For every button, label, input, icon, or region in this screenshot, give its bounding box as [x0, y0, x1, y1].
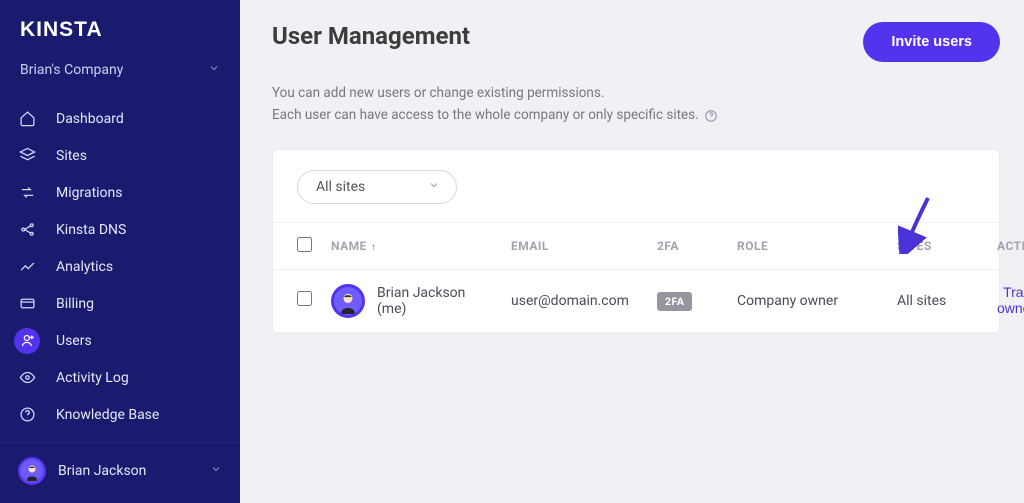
- sidebar-item-activity-log[interactable]: Activity Log: [0, 359, 240, 396]
- sidebar-item-label: Activity Log: [56, 370, 129, 386]
- row-checkbox[interactable]: [297, 291, 312, 306]
- sidebar-item-label: Analytics: [56, 259, 113, 275]
- chevron-down-icon: [208, 62, 220, 78]
- user-name: Brian Jackson (me): [377, 285, 491, 317]
- user-email: user@domain.com: [501, 269, 647, 332]
- sidebar: KINSTA Brian's Company Dashboard Sites M…: [0, 0, 240, 503]
- brand-logo: KINSTA: [0, 14, 240, 56]
- analytics-icon: [14, 254, 40, 280]
- migrate-icon: [14, 180, 40, 206]
- column-header-name[interactable]: NAME↑: [321, 222, 501, 269]
- company-selector[interactable]: Brian's Company: [0, 56, 240, 100]
- chevron-down-icon: [428, 179, 440, 195]
- company-name: Brian's Company: [20, 62, 123, 78]
- table-header-row: NAME↑ EMAIL 2FA ROLE SITES ACTIONS: [273, 222, 999, 269]
- sidebar-item-knowledge-base[interactable]: Knowledge Base: [0, 396, 240, 433]
- sidebar-item-label: Knowledge Base: [56, 407, 159, 423]
- sidebar-item-label: Billing: [56, 296, 94, 312]
- page-title: User Management: [272, 22, 470, 50]
- info-icon[interactable]: [704, 109, 718, 123]
- column-header-actions: ACTIONS: [987, 222, 999, 269]
- sort-asc-icon: ↑: [371, 242, 377, 253]
- chevron-down-icon: [210, 463, 222, 479]
- table-row: Brian Jackson (me) user@domain.com 2FA C…: [273, 269, 999, 332]
- help-icon: [14, 402, 40, 428]
- users-panel: All sites NAME↑ EMAIL 2FA ROLE SITES ACT…: [272, 149, 1000, 334]
- column-header-email[interactable]: EMAIL: [501, 222, 647, 269]
- sidebar-item-label: Sites: [56, 148, 87, 164]
- page-desc-line1: You can add new users or change existing…: [272, 85, 604, 101]
- site-filter-label: All sites: [316, 179, 365, 195]
- users-icon: [14, 328, 40, 354]
- sidebar-item-dashboard[interactable]: Dashboard: [0, 100, 240, 137]
- avatar: [18, 457, 46, 485]
- dns-icon: [14, 217, 40, 243]
- eye-icon: [14, 365, 40, 391]
- user-role: Company owner: [727, 269, 887, 332]
- sidebar-item-analytics[interactable]: Analytics: [0, 248, 240, 285]
- avatar: [331, 284, 365, 318]
- sidebar-item-migrations[interactable]: Migrations: [0, 174, 240, 211]
- select-all-checkbox[interactable]: [297, 237, 312, 252]
- twofa-badge: 2FA: [657, 292, 692, 311]
- page-desc-line2: Each user can have access to the whole c…: [272, 107, 699, 123]
- sidebar-item-label: Migrations: [56, 185, 123, 201]
- users-table: NAME↑ EMAIL 2FA ROLE SITES ACTIONS: [273, 222, 999, 333]
- invite-users-button[interactable]: Invite users: [863, 22, 1000, 62]
- column-header-2fa[interactable]: 2FA: [647, 222, 727, 269]
- user-sites: All sites: [887, 269, 987, 332]
- layers-icon: [14, 143, 40, 169]
- column-header-sites[interactable]: SITES: [887, 222, 987, 269]
- sidebar-user-menu[interactable]: Brian Jackson: [0, 442, 240, 503]
- sidebar-item-label: Kinsta DNS: [56, 222, 126, 238]
- sidebar-item-label: Dashboard: [56, 111, 124, 127]
- home-icon: [14, 106, 40, 132]
- sidebar-item-sites[interactable]: Sites: [0, 137, 240, 174]
- page-description: You can add new users or change existing…: [272, 82, 1000, 127]
- sidebar-item-label: Users: [56, 333, 92, 349]
- sidebar-item-dns[interactable]: Kinsta DNS: [0, 211, 240, 248]
- transfer-ownership-button[interactable]: Transfer ownership: [997, 284, 1024, 316]
- column-header-role[interactable]: ROLE: [727, 222, 887, 269]
- site-filter-select[interactable]: All sites: [297, 170, 457, 204]
- main-content: User Management Invite users You can add…: [240, 0, 1024, 503]
- sidebar-item-billing[interactable]: Billing: [0, 285, 240, 322]
- billing-icon: [14, 291, 40, 317]
- sidebar-nav: Dashboard Sites Migrations Kinsta DNS An…: [0, 100, 240, 433]
- footer-user-name: Brian Jackson: [58, 463, 146, 479]
- sidebar-item-users[interactable]: Users: [0, 322, 240, 359]
